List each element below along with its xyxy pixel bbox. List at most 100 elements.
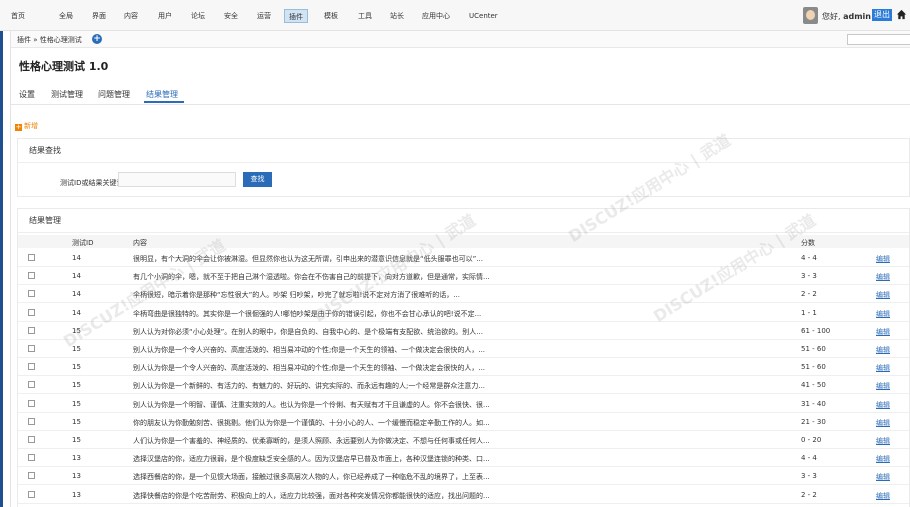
row-checkbox[interactable] — [28, 254, 35, 261]
row-edit-link[interactable]: 编辑 — [876, 363, 890, 373]
row-checkbox[interactable] — [28, 363, 35, 371]
nav-item-users[interactable]: 用户 — [154, 9, 176, 23]
table-row: 15 别人认为你是一个令人兴奋的、高度活泼的、相当易冲动的个性;你是一个天生的领袖… — [18, 358, 909, 377]
avatar[interactable] — [803, 7, 818, 24]
row-score: 2 - 2 — [801, 290, 817, 299]
row-score: 51 - 60 — [801, 363, 826, 372]
tab-result-management[interactable]: 结果管理 — [146, 89, 178, 100]
table-row: 13 选择快餐店的你是个吃苦耐劳、积极向上的人，适应力比较强，面对各种突发情况你都… — [18, 486, 909, 504]
page-title: 性格心理测试 1.0 — [19, 60, 109, 73]
row-edit-link[interactable]: 编辑 — [876, 272, 890, 282]
left-sidebar — [0, 31, 11, 507]
add-result-link[interactable]: + 新增 — [15, 121, 38, 131]
row-test-id: 13 — [72, 454, 81, 463]
col-content: 内容 — [133, 239, 147, 247]
row-checkbox[interactable] — [28, 381, 35, 389]
row-edit-link[interactable]: 编辑 — [876, 472, 890, 482]
nav-item-content[interactable]: 内容 — [120, 9, 142, 23]
table-row: 15 别人认为你是一个明智、谨慎、注重实效的人。也认为你是一个伶俐、有天赋有才干且… — [18, 395, 909, 413]
row-checkbox[interactable] — [28, 345, 35, 352]
tab-test-management[interactable]: 测试管理 — [51, 89, 83, 100]
search-button[interactable]: 查找 — [243, 172, 272, 187]
row-content: 伞柄很短，暗示着你是那种“忘性很大”的人。吵架 归吵架，吵完了就忘啦!说不定对方… — [133, 291, 460, 300]
row-edit-link[interactable]: 编辑 — [876, 436, 890, 446]
row-test-id: 15 — [72, 345, 81, 353]
row-checkbox[interactable] — [28, 417, 35, 425]
row-test-id: 14 — [72, 290, 81, 299]
table-row: 15 别人认为对你必须“小心处理”。在别人的眼中，你是自负的、自我中心的、是个极端… — [18, 322, 909, 340]
row-edit-link[interactable]: 编辑 — [876, 309, 890, 319]
plus-icon: + — [15, 123, 22, 131]
results-panel: 结果管理 测试ID 内容 分数 14 很明显，有个大洞的伞会让你被淋湿。但显然你也… — [17, 208, 910, 507]
search-panel-title: 结果查找 — [18, 139, 909, 163]
row-score: 61 - 100 — [801, 326, 831, 335]
row-checkbox[interactable] — [28, 308, 35, 316]
nav-item-interface[interactable]: 界面 — [88, 9, 110, 23]
active-tab-indicator — [144, 101, 184, 103]
add-shortcut-icon[interactable]: + — [92, 34, 102, 44]
table-row: 15 人们认为你是一个害羞的、神经质的、优柔寡断的，是须人照顾、永远要别人为你做决… — [18, 431, 909, 449]
row-content: 选择西餐店的你，是一个见惯大场面，接触过很多高层次人物的人，你已经养成了一种临危… — [133, 473, 490, 482]
table-row: 13 选择西餐店的你，是一个见惯大场面，接触过很多高层次人物的人，你已经养成了一种… — [18, 467, 909, 486]
row-checkbox[interactable] — [28, 454, 35, 462]
row-content: 别人认为对你必须“小心处理”。在别人的眼中，你是自负的、自我中心的、是个极端有支… — [133, 327, 483, 336]
row-edit-link[interactable]: 编辑 — [876, 327, 890, 337]
row-checkbox[interactable] — [28, 399, 35, 407]
table-row: 14 有几个小洞的伞，嗯，就不至于把自己淋个湿透啦。你会在不伤害自己的前提下，向对… — [18, 267, 909, 286]
nav-item-forum[interactable]: 论坛 — [187, 9, 209, 23]
table-row: 15 别人认为你是一个令人兴奋的、高度活泼的、相当易冲动的个性;你是一个天生的领袖… — [18, 340, 909, 358]
table-header: 测试ID 内容 分数 — [18, 235, 909, 248]
row-checkbox[interactable] — [28, 290, 35, 298]
nav-item-ucenter[interactable]: UCenter — [465, 9, 502, 23]
table-row: 15 你的朋友认为你勤勉刻苦、很挑剔。他们认为你是一个谨慎的、十分小心的人、一个缓… — [18, 413, 909, 431]
row-test-id: 15 — [72, 399, 81, 408]
search-input[interactable] — [847, 34, 910, 45]
row-checkbox[interactable] — [28, 472, 35, 480]
nav-item-templates[interactable]: 模板 — [320, 9, 342, 23]
row-edit-link[interactable]: 编辑 — [876, 381, 890, 391]
row-edit-link[interactable]: 编辑 — [876, 454, 890, 464]
row-content: 别人认为你是一个令人兴奋的、高度活泼的、相当易冲动的个性;你是一个天生的领袖、一… — [133, 346, 486, 354]
table-row: 14 很明显，有个大洞的伞会让你被淋湿。但显然你也认为这无所谓，引申出来的潜意识信… — [18, 249, 909, 267]
sidebar-accent — [0, 31, 3, 507]
row-checkbox[interactable] — [28, 272, 35, 280]
row-test-id: 13 — [72, 490, 81, 499]
row-content: 你的朋友认为你勤勉刻苦、很挑剔。他们认为你是一个谨慎的、十分小心的人、一个缓慢而… — [133, 418, 490, 427]
row-edit-link[interactable]: 编辑 — [876, 254, 890, 264]
row-checkbox[interactable] — [28, 436, 35, 443]
table-row: 14 伞柄弯曲是很独特的。其实你是一个很倔强的人!哪怕吵架是由于你的错误引起，你也… — [18, 304, 909, 322]
greeting-text: 您好, — [822, 12, 841, 21]
row-test-id: 13 — [72, 472, 81, 481]
row-score: 21 - 30 — [801, 417, 826, 426]
row-edit-link[interactable]: 编辑 — [876, 345, 890, 355]
row-content: 别人认为你是一个新鲜的、有活力的、有魅力的、好玩的、讲究实际的、而永远有趣的人;… — [133, 382, 486, 391]
tab-question-management[interactable]: 问题管理 — [98, 89, 130, 100]
nav-item-tools[interactable]: 工具 — [354, 9, 376, 23]
row-edit-link[interactable]: 编辑 — [876, 491, 890, 501]
row-test-id: 15 — [72, 326, 81, 335]
username: admin — [843, 12, 871, 21]
nav-item-app-center[interactable]: 应用中心 — [418, 9, 454, 23]
row-score: 4 - 4 — [801, 454, 817, 463]
nav-item-home[interactable]: 首页 — [7, 9, 29, 23]
nav-item-plugins[interactable]: 插件 — [284, 9, 308, 23]
row-edit-link[interactable]: 编辑 — [876, 418, 890, 428]
add-label: 新增 — [24, 122, 38, 130]
row-test-id: 15 — [72, 363, 81, 372]
nav-item-webmaster[interactable]: 站长 — [386, 9, 408, 23]
row-checkbox[interactable] — [28, 326, 35, 334]
nav-item-operation[interactable]: 运营 — [253, 9, 275, 23]
row-edit-link[interactable]: 编辑 — [876, 400, 890, 410]
tab-settings[interactable]: 设置 — [19, 89, 35, 100]
row-edit-link[interactable]: 编辑 — [876, 290, 890, 300]
nav-item-global[interactable]: 全局 — [55, 9, 77, 23]
row-score: 2 - 2 — [801, 490, 817, 499]
row-test-id: 14 — [72, 272, 81, 281]
nav-item-security[interactable]: 安全 — [220, 9, 242, 23]
row-content: 很明显，有个大洞的伞会让你被淋湿。但显然你也认为这无所谓，引申出来的潜意识信息就… — [133, 255, 483, 263]
breadcrumb[interactable]: 插件 » 性格心理测试 — [17, 35, 82, 45]
home-icon[interactable] — [896, 9, 907, 20]
logout-button[interactable]: 退出 — [872, 9, 892, 21]
row-checkbox[interactable] — [28, 490, 35, 498]
keyword-input[interactable] — [118, 172, 236, 187]
